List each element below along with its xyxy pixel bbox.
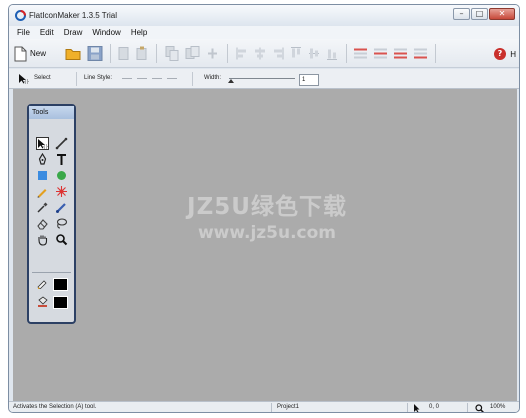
open-folder-icon[interactable] — [65, 45, 82, 62]
status-message: Activates the Selection (A) tool. — [13, 404, 97, 410]
group-icon[interactable] — [205, 45, 220, 62]
close-button[interactable]: ✕ — [489, 8, 515, 20]
send-backward-icon[interactable] — [393, 45, 408, 62]
status-zoom: 100% — [490, 404, 506, 410]
align-left-icon[interactable] — [235, 45, 249, 62]
align-right-icon[interactable] — [271, 45, 285, 62]
line-tool-icon[interactable] — [55, 137, 68, 150]
width-slider[interactable] — [229, 78, 295, 79]
bring-to-front-icon[interactable] — [353, 45, 368, 62]
align-middle-icon[interactable] — [307, 45, 321, 62]
width-input[interactable]: 1 — [299, 74, 319, 86]
paste-icon[interactable] — [135, 45, 149, 62]
maximize-button[interactable]: □ — [471, 8, 488, 20]
align-center-icon[interactable] — [253, 45, 267, 62]
menu-bar: File Edit Draw Window Help — [9, 26, 519, 39]
line-style-dashdot[interactable] — [167, 78, 177, 79]
watermark-line2: www.jz5u.com — [197, 223, 337, 243]
zoom-tool-icon[interactable] — [55, 233, 68, 246]
app-window: FlatIconMaker 1.3.5 Trial – □ ✕ File Edi… — [8, 4, 520, 413]
selection-arrow-icon — [19, 74, 29, 84]
stroke-color-icon — [37, 280, 47, 289]
align-top-icon[interactable] — [289, 45, 303, 62]
menu-edit[interactable]: Edit — [35, 28, 59, 37]
minimize-button[interactable]: – — [453, 8, 470, 20]
cursor-position-icon — [414, 404, 420, 412]
divider — [192, 72, 193, 86]
cut-icon[interactable] — [117, 45, 131, 62]
divider — [76, 72, 77, 86]
selection-tool-icon[interactable] — [36, 137, 49, 150]
pencil-tool-icon[interactable] — [36, 185, 49, 198]
save-icon[interactable] — [87, 45, 103, 62]
menu-help[interactable]: Help — [126, 28, 152, 37]
line-style-solid[interactable] — [122, 78, 132, 79]
app-logo-icon — [15, 10, 26, 21]
help-label[interactable]: H — [510, 50, 516, 59]
tools-panel: Tools — [27, 104, 76, 324]
menu-window[interactable]: Window — [87, 28, 125, 37]
window-title: FlatIconMaker 1.3.5 Trial — [29, 11, 118, 20]
lasso-tool-icon[interactable] — [55, 217, 68, 230]
fill-color-icon — [38, 296, 48, 307]
options-bar: Select Line Style: Width: 1 — [9, 69, 519, 89]
status-project: Project1 — [277, 404, 300, 410]
bring-forward-icon[interactable] — [373, 45, 388, 62]
tools-divider — [32, 272, 71, 273]
main-toolbar: New ? H — [9, 39, 519, 68]
status-coords: 0, 0 — [429, 404, 440, 410]
new-button[interactable]: New — [14, 45, 46, 62]
watermark: JZ5U绿色下载 www.jz5u.com — [177, 187, 357, 243]
watermark-line1: JZ5U绿色下载 — [187, 194, 347, 220]
copy-icon[interactable] — [165, 45, 180, 62]
fill-color-swatch[interactable] — [54, 297, 67, 308]
eyedropper-tool-icon[interactable] — [36, 201, 49, 214]
pen-tool-icon[interactable] — [36, 153, 49, 166]
width-slider-thumb[interactable] — [228, 79, 234, 83]
menu-draw[interactable]: Draw — [59, 28, 88, 37]
help-icon[interactable]: ? — [494, 48, 506, 60]
rectangle-tool-icon[interactable] — [36, 169, 49, 182]
tools-panel-title[interactable]: Tools — [29, 106, 74, 119]
canvas-workspace[interactable]: JZ5U绿色下载 www.jz5u.com Tools — [13, 89, 517, 401]
menu-file[interactable]: File — [12, 28, 35, 37]
zoom-level-icon — [475, 404, 484, 412]
align-bottom-icon[interactable] — [325, 45, 339, 62]
new-document-icon — [14, 46, 27, 61]
duplicate-icon[interactable] — [185, 45, 200, 62]
ellipse-tool-icon[interactable] — [55, 169, 68, 182]
hand-tool-icon[interactable] — [36, 233, 49, 246]
send-to-back-icon[interactable] — [413, 45, 428, 62]
brush-tool-icon[interactable] — [55, 201, 68, 214]
starburst-tool-icon[interactable] — [55, 185, 68, 198]
line-style-dot[interactable] — [152, 78, 162, 79]
eraser-tool-icon[interactable] — [36, 217, 49, 230]
status-bar: Activates the Selection (A) tool. Projec… — [9, 401, 519, 412]
width-label: Width: — [204, 75, 222, 81]
text-tool-icon[interactable] — [55, 153, 68, 166]
line-style-dash[interactable] — [137, 78, 147, 79]
new-button-label: New — [30, 49, 47, 58]
line-style-label: Line Style: — [84, 75, 113, 81]
stroke-color-swatch[interactable] — [54, 279, 67, 290]
title-bar[interactable]: FlatIconMaker 1.3.5 Trial – □ ✕ — [9, 5, 519, 26]
select-label: Select — [34, 75, 51, 81]
